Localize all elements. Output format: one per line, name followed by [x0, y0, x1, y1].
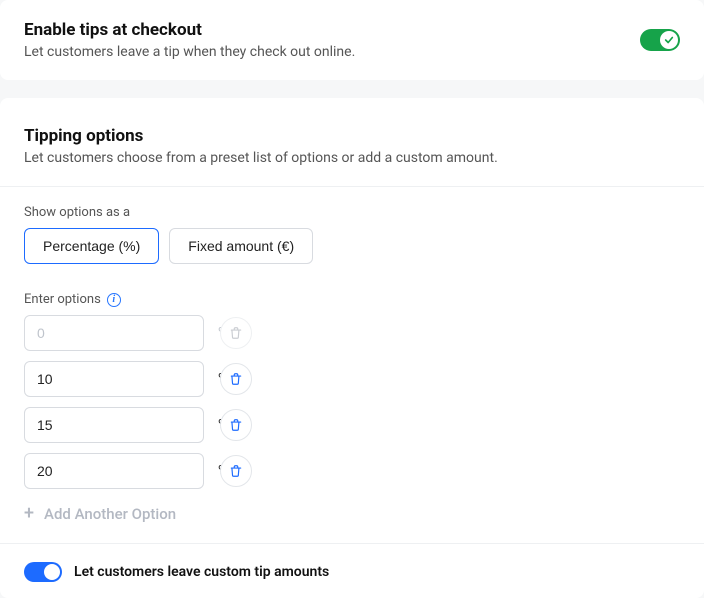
delete-option-button[interactable]: [220, 409, 252, 441]
show-options-label: Show options as a: [24, 205, 680, 220]
add-another-option-button[interactable]: + Add Another Option: [24, 505, 680, 523]
tipping-options-subtitle: Let customers choose from a preset list …: [24, 150, 680, 166]
custom-tips-row: Let customers leave custom tip amounts: [24, 562, 680, 582]
tipping-options-card: Tipping options Let customers choose fro…: [0, 98, 704, 598]
check-icon: [664, 35, 674, 45]
trash-icon: [229, 372, 243, 386]
option-input-wrap: %: [24, 453, 204, 489]
option-input[interactable]: [37, 371, 218, 387]
delete-option-button: [220, 317, 252, 349]
divider: [0, 186, 704, 187]
enter-options-label: Enter options i: [24, 292, 680, 307]
option-input[interactable]: [37, 325, 218, 341]
option-input[interactable]: [37, 417, 218, 433]
option-input[interactable]: [37, 463, 218, 479]
option-row: %: [24, 361, 680, 397]
enable-tips-text: Enable tips at checkout Let customers le…: [24, 20, 355, 60]
enable-tips-subtitle: Let customers leave a tip when they chec…: [24, 44, 355, 60]
custom-tips-toggle[interactable]: [24, 562, 62, 582]
tab-percentage[interactable]: Percentage (%): [24, 228, 159, 264]
plus-icon: +: [24, 505, 34, 523]
option-input-wrap: %: [24, 361, 204, 397]
option-row: %: [24, 315, 680, 351]
tipping-options-title: Tipping options: [24, 126, 680, 146]
enable-tips-title: Enable tips at checkout: [24, 20, 355, 40]
option-row: %: [24, 453, 680, 489]
enable-tips-card: Enable tips at checkout Let customers le…: [0, 0, 704, 80]
custom-tips-label: Let customers leave custom tip amounts: [74, 564, 329, 580]
toggle-knob: [44, 564, 60, 580]
trash-icon: [229, 326, 243, 340]
delete-option-button[interactable]: [220, 363, 252, 395]
trash-icon: [229, 464, 243, 478]
divider: [0, 543, 704, 544]
tab-fixed-amount[interactable]: Fixed amount (€): [169, 228, 313, 264]
display-mode-tabs: Percentage (%) Fixed amount (€): [24, 228, 680, 264]
option-input-wrap: %: [24, 407, 204, 443]
options-list: % %: [24, 315, 680, 489]
enable-tips-toggle[interactable]: [640, 29, 680, 51]
toggle-knob: [660, 31, 678, 49]
trash-icon: [229, 418, 243, 432]
option-input-wrap: %: [24, 315, 204, 351]
delete-option-button[interactable]: [220, 455, 252, 487]
option-row: %: [24, 407, 680, 443]
info-icon[interactable]: i: [107, 293, 121, 307]
